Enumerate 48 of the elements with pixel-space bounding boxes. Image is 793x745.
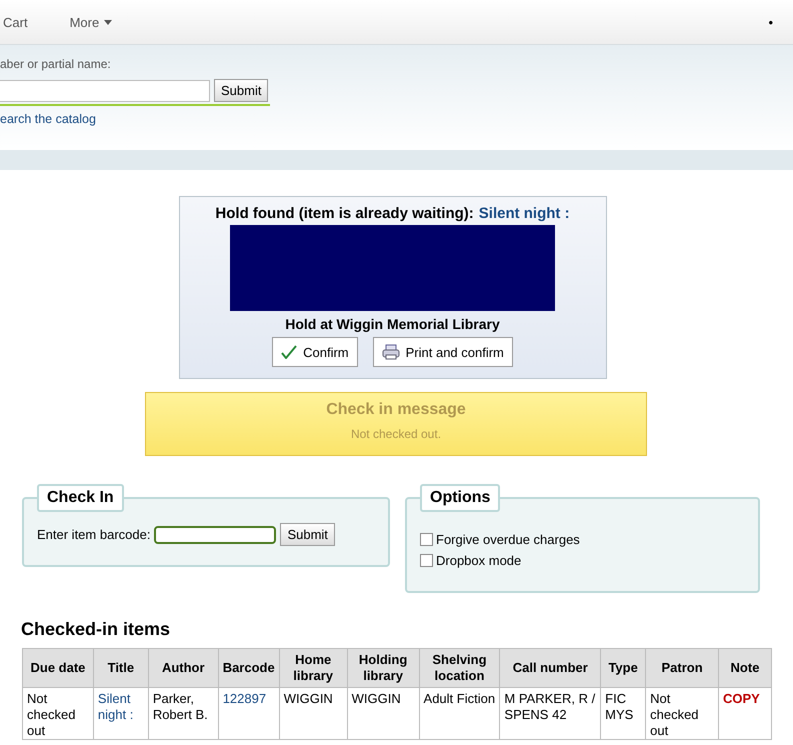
submit-button[interactable]: Submit: [280, 523, 335, 546]
column-header: Barcode: [218, 648, 280, 688]
cell-link[interactable]: Silent night :: [93, 688, 148, 740]
confirm-button[interactable]: Confirm: [272, 337, 358, 367]
checkbox[interactable]: [420, 554, 433, 567]
search-field[interactable]: [0, 80, 210, 102]
table-cell: Adult Fiction: [419, 688, 500, 740]
barcode-label: Enter item barcode:: [37, 527, 150, 542]
column-header: Title: [93, 648, 148, 688]
panel-legend: Check In: [37, 484, 124, 512]
section-title: Checked-in items: [21, 619, 172, 640]
hold-location: Hold at Wiggin Memorial Library: [285, 316, 500, 332]
search-label: aber or partial name:: [0, 57, 112, 71]
panel-legend: Options: [420, 484, 500, 512]
cell-link[interactable]: 122897: [218, 688, 280, 740]
message-title: Check in message: [326, 401, 466, 419]
column-header: Shelving location: [419, 648, 500, 688]
message-text: Not checked out.: [350, 427, 442, 441]
nav-link[interactable]: Cart: [3, 14, 28, 30]
table-cell: Not checked out: [22, 688, 94, 740]
checkbox[interactable]: [420, 533, 433, 546]
submit-button[interactable]: Submit: [214, 79, 268, 102]
hold-heading: Hold found (item is already waiting): Silent night :: [215, 205, 570, 222]
nav-link[interactable]: More: [70, 14, 112, 30]
table-cell: COPY: [718, 688, 772, 740]
column-header: Home library: [279, 648, 348, 688]
column-header: Type: [600, 648, 646, 688]
barcode-field[interactable]: [154, 526, 276, 544]
table-cell: Not checked out: [646, 688, 718, 740]
column-header: Author: [148, 648, 218, 688]
table-cell: Parker, Robert B.: [148, 688, 218, 740]
table-cell: WIGGIN: [347, 688, 420, 740]
column-header: Holding library: [347, 648, 420, 688]
catalog-search-link[interactable]: earch the catalog: [0, 112, 96, 126]
column-header: Due date: [22, 648, 94, 688]
printer-icon: [382, 344, 400, 360]
checkmark-icon: [281, 345, 298, 359]
bullet: •: [768, 14, 773, 30]
column-header: Note: [718, 648, 772, 688]
column-header: Call number: [500, 648, 601, 688]
table-cell: FIC MYS: [600, 688, 646, 740]
option-label: Forgive overdue charges: [436, 532, 580, 547]
table-cell: WIGGIN: [279, 688, 348, 740]
option-label: Dropbox mode: [436, 553, 522, 568]
title-link[interactable]: Silent night :: [478, 205, 570, 222]
print-confirm-button[interactable]: Print and confirm: [372, 337, 513, 367]
column-header: Patron: [646, 648, 718, 688]
table-cell: M PARKER, R / SPENS 42: [500, 688, 601, 740]
